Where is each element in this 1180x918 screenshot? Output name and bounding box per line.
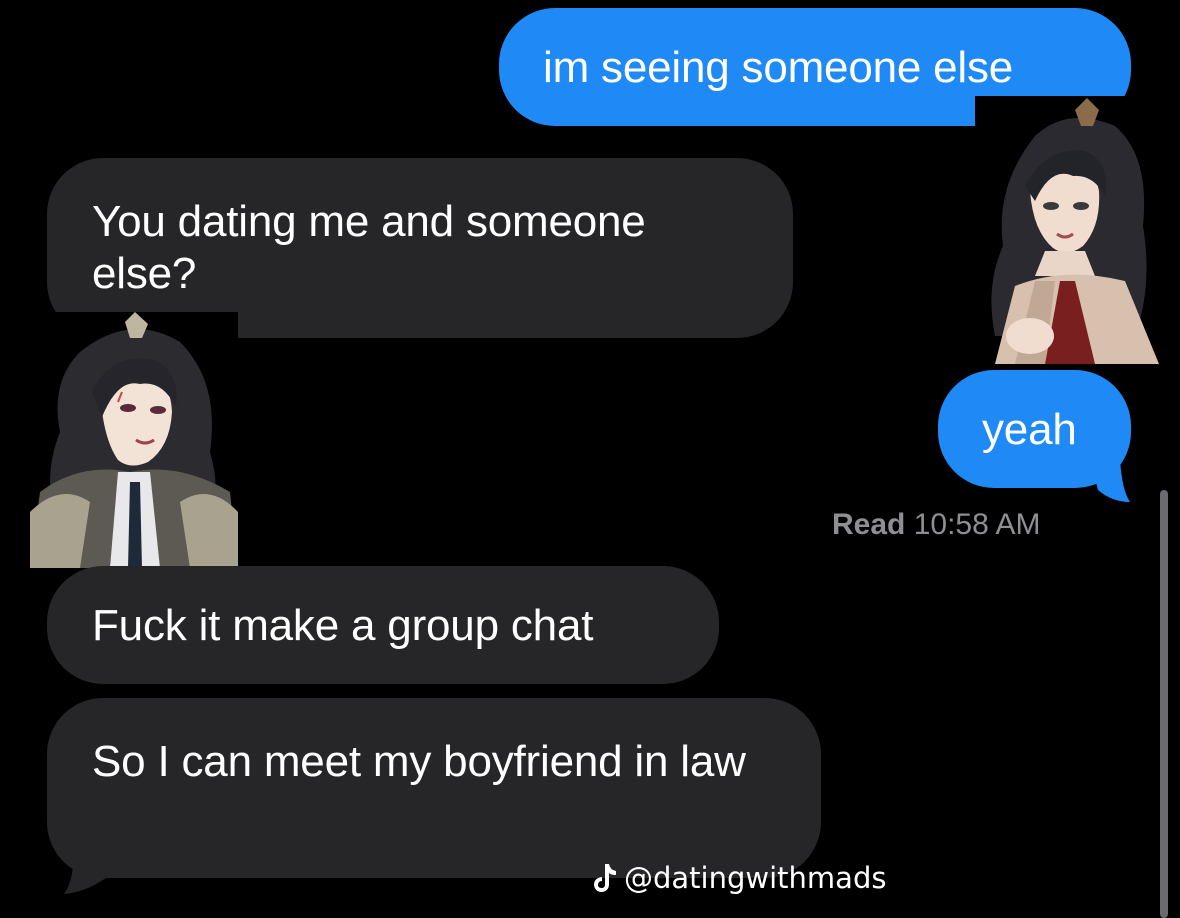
message-bubble-received[interactable]: So I can meet my boyfriend in law — [47, 698, 821, 878]
message-bubble-received[interactable]: Fuck it make a group chat — [47, 566, 719, 684]
character-sticker-right — [975, 96, 1159, 364]
scrollbar[interactable] — [1160, 490, 1168, 918]
bubble-tail — [64, 850, 106, 894]
anime-character-icon — [30, 312, 238, 568]
read-label: Read — [832, 508, 906, 541]
anime-character-icon — [975, 96, 1159, 364]
read-time: 10:58 AM — [913, 508, 1041, 541]
bubble-tail — [1090, 460, 1130, 502]
watermark-handle: @datingwithmads — [624, 861, 887, 895]
message-text: yeah — [982, 405, 1077, 454]
message-bubble-received[interactable]: You dating me and someone else? — [47, 158, 793, 338]
read-receipt: Read 10:58 AM — [832, 505, 1040, 545]
message-text: Fuck it make a group chat — [92, 601, 594, 650]
message-text: im seeing someone else — [543, 43, 1014, 92]
tiktok-icon — [594, 864, 616, 892]
character-sticker-left — [30, 312, 238, 568]
watermark: @datingwithmads — [590, 858, 886, 898]
message-text: So I can meet my boyfriend in law — [92, 737, 746, 786]
message-text: You dating me and someone else? — [92, 197, 646, 298]
